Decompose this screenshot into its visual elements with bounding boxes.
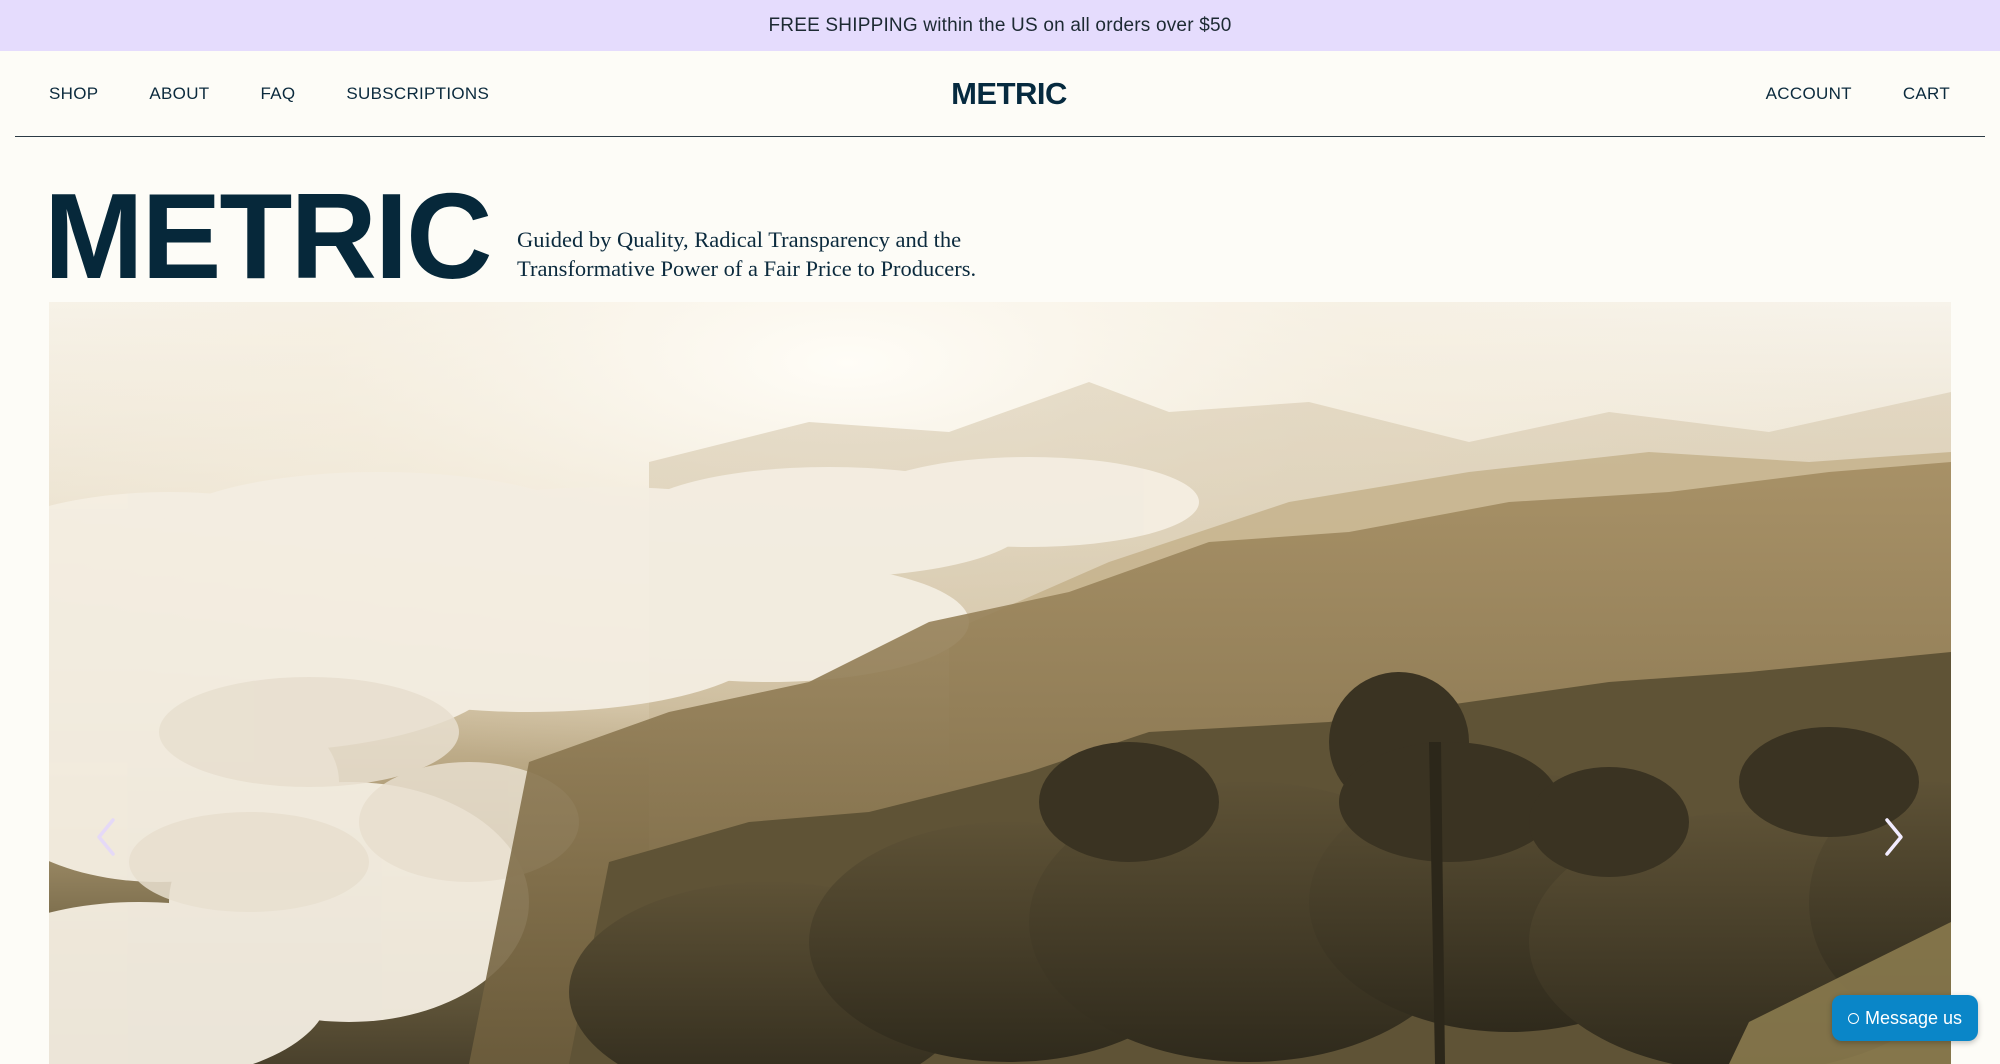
site-logo[interactable]: METRIC: [941, 51, 1077, 136]
message-us-label: Message us: [1864, 1007, 1963, 1028]
nav-faq[interactable]: FAQ: [260, 84, 295, 104]
nav-subscriptions[interactable]: SUBSCRIPTIONS: [346, 84, 489, 104]
carousel-next-button[interactable]: [1879, 812, 1909, 862]
hero-title: METRIC: [44, 168, 492, 304]
hero-carousel[interactable]: [49, 302, 1951, 1064]
site-header: SHOP ABOUT FAQ SUBSCRIPTIONS METRIC ACCO…: [15, 51, 1985, 137]
announcement-text: FREE SHIPPING within the US on all order…: [768, 14, 1232, 36]
hero-tagline: Guided by Quality, Radical Transparency …: [517, 225, 1077, 283]
chevron-left-icon: [97, 818, 115, 856]
carousel-prev-button[interactable]: [91, 812, 121, 862]
chevron-right-icon: [1885, 818, 1903, 856]
tagline-line-2: Transformative Power of a Fair Price to …: [517, 256, 977, 281]
primary-nav: SHOP ABOUT FAQ SUBSCRIPTIONS: [49, 51, 540, 136]
announcement-bar: FREE SHIPPING within the US on all order…: [0, 0, 2000, 51]
nav-cart[interactable]: CART: [1903, 84, 1950, 104]
nav-shop[interactable]: SHOP: [49, 84, 98, 104]
utility-nav: ACCOUNT CART: [1715, 51, 1950, 136]
tagline-line-1: Guided by Quality, Radical Transparency …: [517, 227, 962, 252]
nav-account[interactable]: ACCOUNT: [1766, 84, 1852, 104]
chat-bubble-icon: [1847, 1012, 1859, 1024]
message-us-button[interactable]: Message us: [1832, 995, 1978, 1041]
hero-landscape-image: [49, 302, 1951, 1064]
nav-about[interactable]: ABOUT: [149, 84, 209, 104]
